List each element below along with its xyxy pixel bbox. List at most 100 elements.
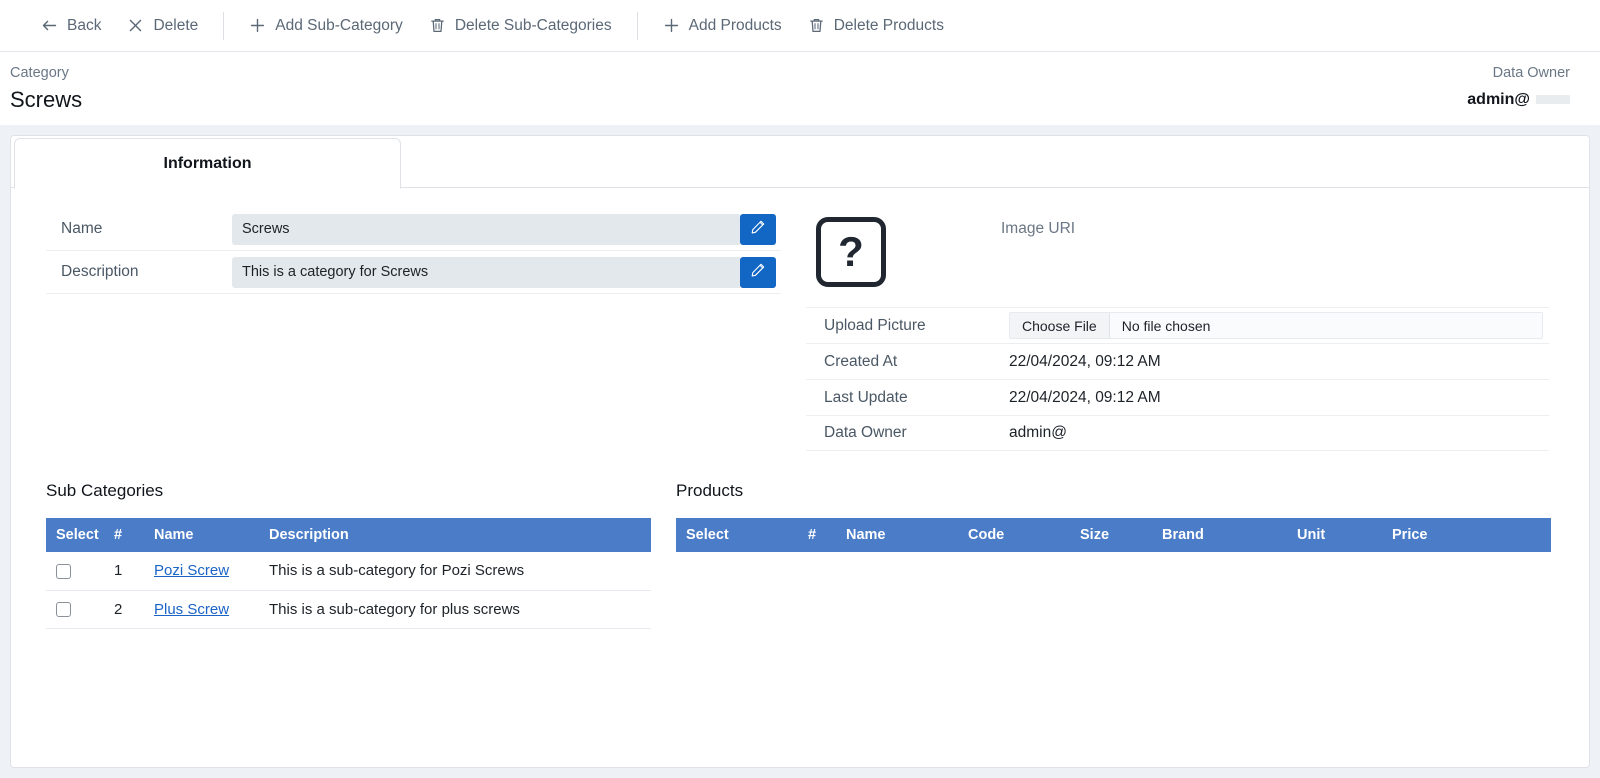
- trash-icon: [429, 17, 446, 34]
- content-card: Information Name Screws Description This…: [10, 135, 1590, 768]
- row-checkbox[interactable]: [56, 602, 71, 618]
- delete-sub-categories-label: Delete Sub-Categories: [454, 16, 612, 34]
- pr-col-code: Code: [968, 518, 1080, 552]
- sub-categories-section: Sub Categories Select # Name Description: [11, 481, 651, 629]
- page-header-left: Category Screws: [10, 64, 82, 115]
- page-header: Category Screws Data Owner admin@: [0, 52, 1600, 125]
- sub-category-link[interactable]: Pozi Screw: [154, 562, 229, 579]
- close-x-icon: [127, 17, 144, 34]
- row-select-cell: [46, 552, 114, 591]
- arrow-left-icon: [41, 17, 58, 34]
- toolbar: Back Delete Add Sub-Category Delete Sub-…: [0, 0, 1600, 52]
- card-wrapper: Information Name Screws Description This…: [0, 135, 1600, 778]
- meta-row-upload-picture: Upload Picture Choose File No file chose…: [806, 307, 1549, 343]
- image-placeholder-icon: ?: [816, 217, 886, 287]
- meta-row-created-at: Created At 22/04/2024, 09:12 AM: [806, 343, 1549, 379]
- row-description: This is a sub-category for plus screws: [257, 590, 651, 629]
- name-label: Name: [61, 220, 103, 237]
- table-header-row: Select # Name Code Size Brand Unit Price: [676, 518, 1551, 552]
- add-products-button[interactable]: Add Products: [650, 0, 795, 52]
- table-row: 1 Pozi Screw This is a sub-category for …: [46, 552, 651, 591]
- last-update-value: 22/04/2024, 09:12 AM: [1009, 388, 1161, 406]
- description-label: Description: [61, 263, 139, 280]
- add-sub-category-button[interactable]: Add Sub-Category: [236, 0, 416, 52]
- row-checkbox[interactable]: [56, 563, 71, 579]
- name-input[interactable]: [232, 213, 740, 245]
- sc-col-select: Select: [46, 518, 114, 552]
- tab-information-label: Information: [163, 154, 252, 172]
- image-uri-label: Image URI: [1001, 220, 1076, 237]
- information-form: Name Des: [11, 188, 781, 451]
- pencil-icon: [750, 262, 766, 283]
- add-products-label: Add Products: [688, 16, 782, 34]
- description-input[interactable]: [232, 256, 740, 288]
- toolbar-separator: [636, 11, 638, 40]
- row-number: 1: [114, 552, 142, 591]
- pr-col-unit: Unit: [1297, 518, 1392, 552]
- form-row-name: Name: [46, 208, 781, 251]
- edit-name-button[interactable]: [740, 213, 776, 245]
- table-header-row: Select # Name Description: [46, 518, 651, 552]
- breadcrumb: Category: [10, 65, 69, 81]
- row-description: This is a sub-category for Pozi Screws: [257, 552, 651, 591]
- meta-row-data-owner: Data Owner admin@: [806, 415, 1549, 451]
- edit-description-button[interactable]: [740, 256, 776, 288]
- delete-button-label: Delete: [153, 16, 199, 34]
- delete-products-label: Delete Products: [833, 16, 944, 34]
- upload-picture-label: Upload Picture: [824, 316, 926, 334]
- sc-col-number: #: [114, 518, 142, 552]
- data-owner-value-wrap: admin@: [1467, 86, 1570, 113]
- plus-icon: [663, 17, 680, 34]
- upload-picture-input[interactable]: Choose File No file chosen: [1009, 312, 1543, 339]
- plus-icon: [249, 17, 266, 34]
- pr-col-size: Size: [1080, 518, 1162, 552]
- back-button[interactable]: Back: [28, 0, 114, 52]
- sub-categories-title: Sub Categories: [46, 481, 164, 500]
- pr-col-price: Price: [1392, 518, 1551, 552]
- last-update-label: Last Update: [824, 388, 908, 406]
- pr-col-number: #: [808, 518, 846, 552]
- redacted-bar: [1536, 95, 1570, 104]
- created-at-value: 22/04/2024, 09:12 AM: [1009, 352, 1161, 370]
- page-gray-strip: [0, 125, 1600, 135]
- pr-col-name: Name: [846, 518, 968, 552]
- sub-categories-table: Select # Name Description 1 Pozi Screw T…: [46, 518, 651, 629]
- image-and-meta: ? Image URI Upload Picture Choose File N…: [781, 188, 1589, 451]
- delete-sub-categories-button[interactable]: Delete Sub-Categories: [416, 0, 625, 52]
- sc-col-name: Name: [142, 518, 257, 552]
- toolbar-separator: [223, 11, 225, 40]
- pr-col-brand: Brand: [1162, 518, 1297, 552]
- choose-file-button[interactable]: Choose File: [1010, 313, 1110, 338]
- meta-data-owner-label: Data Owner: [824, 424, 907, 441]
- data-owner-label: Data Owner: [1492, 65, 1570, 81]
- card-body: Name Des: [11, 188, 1589, 451]
- meta-row-last-update: Last Update 22/04/2024, 09:12 AM: [806, 379, 1549, 415]
- row-select-cell: [46, 590, 114, 629]
- tab-bar: Information: [11, 136, 1589, 189]
- page-header-right: Data Owner admin@: [1467, 64, 1570, 113]
- form-row-description: Description: [46, 251, 781, 294]
- meta-data-owner-value: admin@: [1009, 424, 1067, 441]
- sub-category-link[interactable]: Plus Screw: [154, 601, 229, 618]
- products-section: Products Select # Name Code Size Brand U…: [651, 481, 1589, 629]
- back-button-label: Back: [67, 16, 102, 34]
- no-file-chosen-text: No file chosen: [1121, 317, 1211, 334]
- row-name-cell: Plus Screw: [142, 590, 257, 629]
- row-number: 2: [114, 590, 142, 629]
- created-at-label: Created At: [824, 352, 898, 370]
- trash-icon: [808, 17, 825, 34]
- products-title: Products: [676, 481, 744, 500]
- data-owner-value: admin@: [1467, 91, 1530, 108]
- delete-products-button[interactable]: Delete Products: [795, 0, 957, 52]
- pr-col-select: Select: [676, 518, 808, 552]
- delete-button[interactable]: Delete: [114, 0, 211, 52]
- tables-section: Sub Categories Select # Name Description: [11, 451, 1589, 629]
- tab-information[interactable]: Information: [14, 138, 401, 189]
- name-field-group: [232, 213, 776, 245]
- add-sub-category-label: Add Sub-Category: [275, 16, 403, 34]
- sc-col-description: Description: [257, 518, 651, 552]
- description-field-group: [232, 256, 776, 288]
- row-name-cell: Pozi Screw: [142, 552, 257, 591]
- page-title: Screws: [10, 87, 83, 112]
- table-row: 2 Plus Screw This is a sub-category for …: [46, 590, 651, 629]
